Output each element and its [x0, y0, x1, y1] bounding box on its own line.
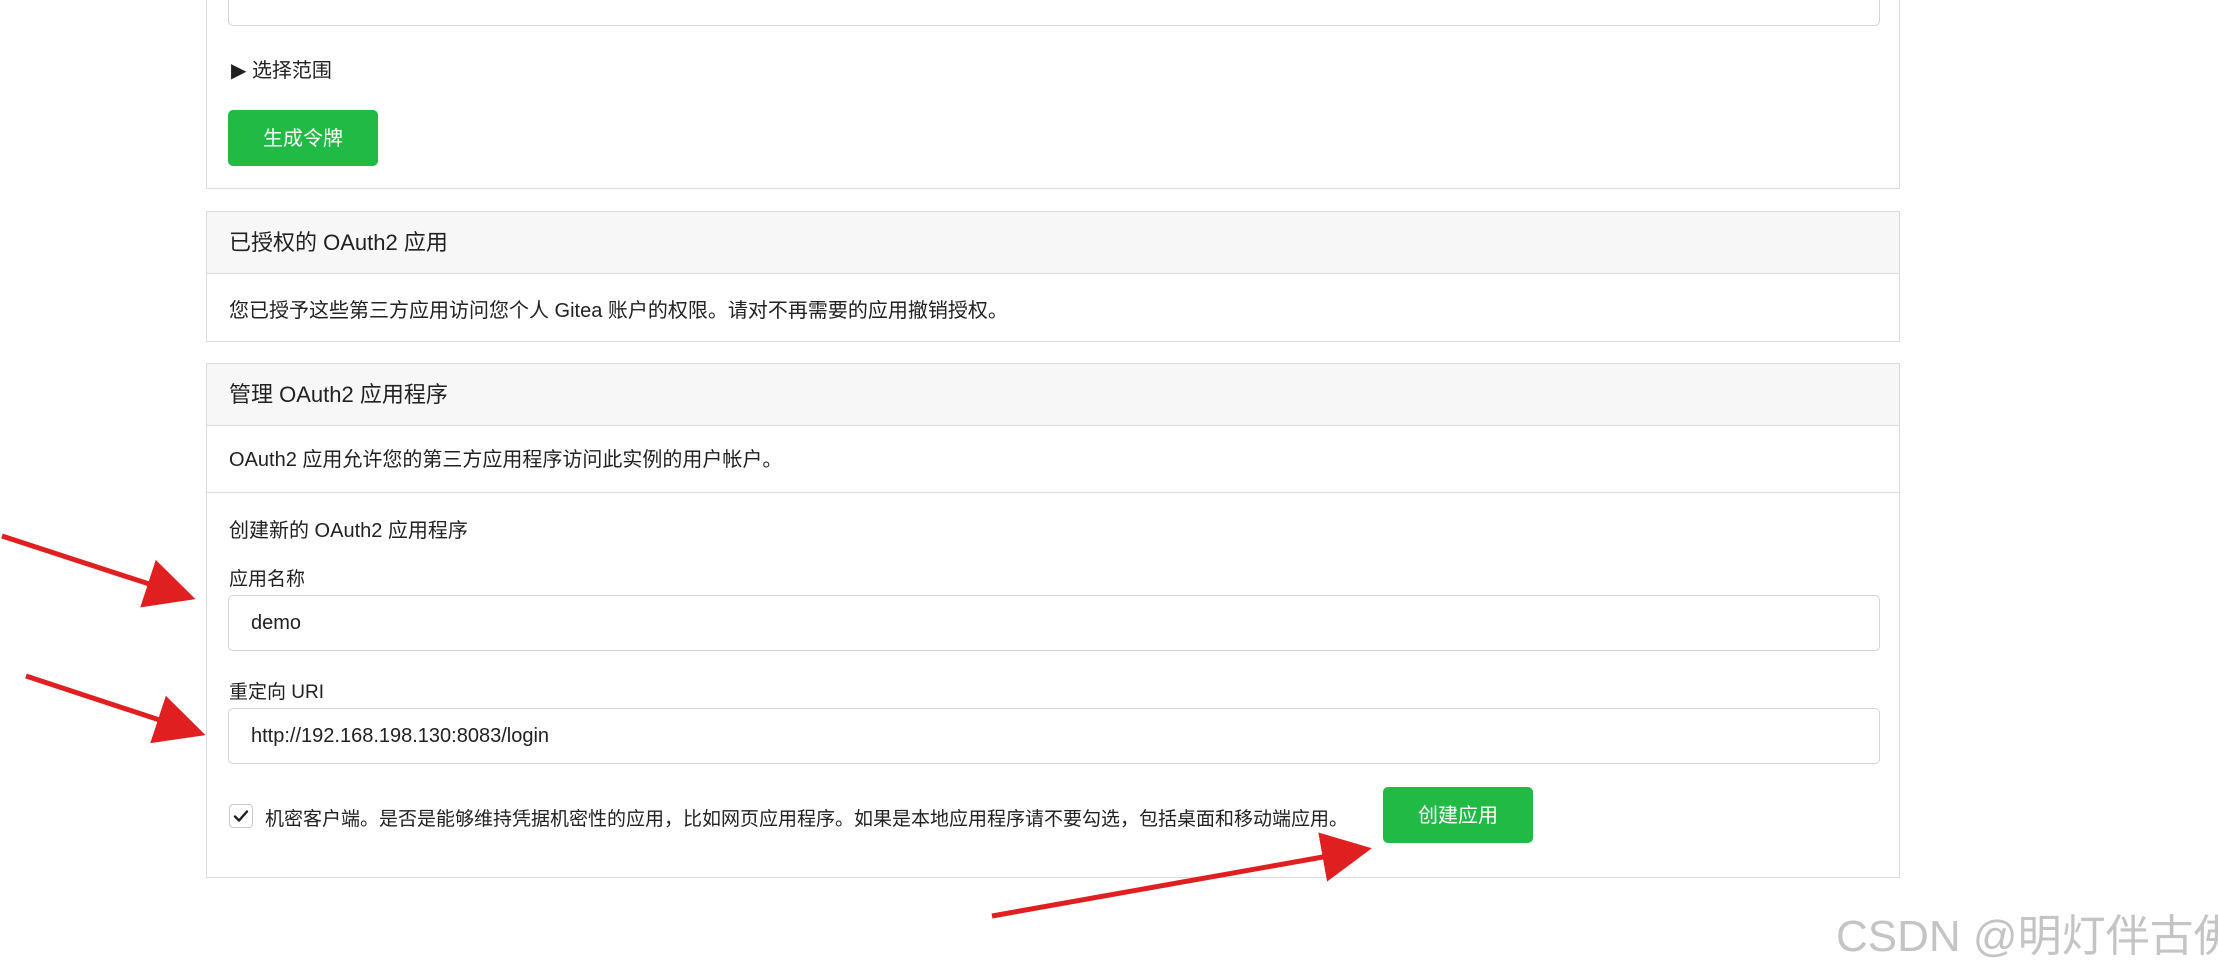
confidential-client-label: 机密客户端。是否是能够维持凭据机密性的应用，比如网页应用程序。如果是本地应用程序… [265, 809, 1349, 830]
checkmark-icon [233, 810, 249, 822]
app-name-input[interactable] [228, 595, 1880, 651]
authorized-apps-description: 您已授予这些第三方应用访问您个人 Gitea 账户的权限。请对不再需要的应用撤销… [229, 300, 1008, 322]
token-name-input[interactable] [228, 0, 1880, 26]
confidential-client-checkbox[interactable] [229, 804, 253, 828]
redirect-uri-input[interactable] [228, 708, 1880, 764]
arrow-to-redirect-uri [25, 673, 206, 744]
create-app-button[interactable]: 创建应用 [1383, 787, 1533, 843]
select-scope-toggle[interactable]: ▶ 选择范围 [231, 54, 332, 83]
redirect-uri-label: 重定向 URI [229, 682, 325, 703]
token-segment: ▶ 选择范围 生成令牌 [206, 0, 1900, 189]
authorized-apps-title: 已授权的 OAuth2 应用 [207, 212, 1899, 274]
watermark: CSDN @明灯伴古佛 [1836, 912, 2218, 961]
manage-apps-description: OAuth2 应用允许您的第三方应用程序访问此实例的用户帐户。 [207, 427, 1899, 493]
manage-oauth2-apps-segment: 管理 OAuth2 应用程序 OAuth2 应用允许您的第三方应用程序访问此实例… [206, 363, 1900, 878]
generate-token-button[interactable]: 生成令牌 [228, 110, 378, 166]
app-name-label: 应用名称 [229, 569, 306, 590]
authorized-oauth2-apps-segment: 已授权的 OAuth2 应用 您已授予这些第三方应用访问您个人 Gitea 账户… [206, 211, 1900, 342]
settings-page: ▶ 选择范围 生成令牌 已授权的 OAuth2 应用 您已授予这些第三方应用访问… [0, 0, 2218, 961]
create-app-title: 创建新的 OAuth2 应用程序 [229, 520, 468, 542]
manage-apps-title: 管理 OAuth2 应用程序 [207, 364, 1899, 426]
arrow-to-app-name [1, 533, 196, 608]
